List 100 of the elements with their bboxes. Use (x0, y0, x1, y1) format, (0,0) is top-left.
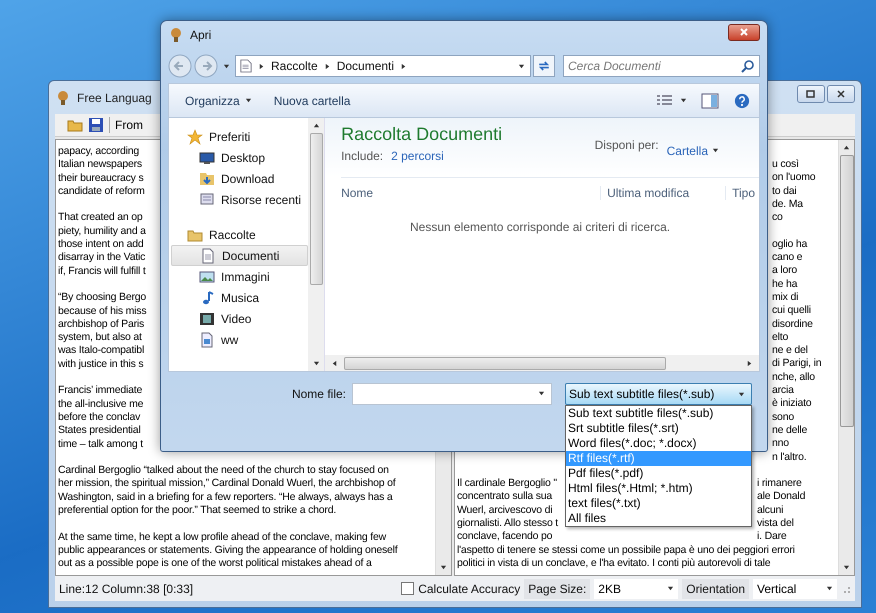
caret-icon[interactable] (680, 97, 687, 104)
text-line: Francis’ immediate (58, 384, 142, 396)
caret-icon (244, 97, 252, 104)
nav-item[interactable]: Download (171, 168, 308, 189)
file-type-option[interactable]: Html files(*.Html; *.htm) (566, 481, 751, 496)
search-field[interactable]: Cerca Documenti (563, 55, 760, 77)
text-line: was Italo-compatibl (58, 344, 144, 356)
file-name-label: Nome file: (292, 386, 346, 403)
file-type-option[interactable]: All files (566, 511, 751, 526)
app-icon (55, 90, 71, 106)
scroll-down-icon[interactable] (843, 564, 850, 571)
organize-button[interactable]: Organizza (177, 90, 260, 110)
text-line: elto (772, 330, 788, 343)
text-line: a loro (772, 264, 798, 276)
restore-button[interactable] (797, 84, 825, 102)
download-folder-icon (199, 170, 215, 186)
file-type-option[interactable]: text files(*.txt) (566, 496, 751, 511)
nav-item[interactable]: Documenti (171, 245, 308, 266)
nav-group-item[interactable]: Preferiti (171, 126, 308, 147)
file-type-option[interactable]: Word files(*.doc; *.docx) (566, 436, 751, 451)
nav-item[interactable]: Desktop (171, 147, 308, 168)
vertical-scrollbar[interactable] (838, 140, 854, 575)
text-line: because of his miss (58, 304, 146, 317)
text-line: public appearances or statements. Giving the appearance of holding oneself (58, 544, 398, 556)
nav-item[interactable]: Musica (171, 287, 308, 308)
text-line: archbishop of Paris (58, 318, 144, 330)
text-line: n l'altro. (772, 450, 806, 463)
text-line: on l'uomo (772, 171, 816, 184)
column-header[interactable]: Ultima modifica (600, 186, 726, 200)
orientation-select[interactable]: Vertical (753, 578, 837, 598)
preview-pane-icon[interactable] (701, 92, 719, 108)
chevron-icon[interactable] (400, 62, 408, 70)
text-line: with justice in this s (58, 358, 144, 370)
file-type-option[interactable]: Pdf files(*.pdf) (566, 466, 751, 481)
document-icon (200, 248, 216, 264)
text-line: l'aspetto di tenere se stessi come un possibile papa è uno dei peggiori errori (457, 544, 795, 556)
text-line: sono (772, 410, 794, 423)
file-name-field[interactable] (352, 383, 552, 405)
calculate-accuracy-label[interactable]: Calculate Accuracy (418, 582, 520, 596)
text-line: Il cardinale Bergoglio " (457, 477, 557, 490)
text-line: ne e del (772, 344, 808, 356)
arrange-dropdown[interactable]: Cartella (666, 138, 719, 163)
text-line: out as a possible pope is one of the worst political mistakes ahead of a (58, 557, 372, 570)
scroll-right-icon[interactable] (746, 360, 753, 366)
locations-link[interactable]: 2 percorsi (391, 149, 444, 163)
text-line: to dai (772, 184, 796, 197)
history-caret-icon[interactable] (223, 62, 230, 70)
nav-group-item[interactable]: Raccolte (171, 224, 308, 245)
text-line: de. Ma (772, 198, 803, 210)
search-icon[interactable] (741, 59, 755, 73)
scroll-down-icon[interactable] (312, 360, 320, 367)
checkbox[interactable] (401, 582, 414, 595)
vertical-scrollbar[interactable] (308, 118, 324, 371)
file-type-option[interactable]: Srt subtitle files(*.srt) (566, 421, 751, 436)
text-line: cui quelli (772, 304, 811, 316)
column-header[interactable]: Nome (341, 186, 600, 200)
text-line: cano e (772, 251, 802, 264)
help-icon[interactable] (733, 92, 751, 108)
from-label[interactable]: From (115, 118, 143, 132)
nav-item[interactable]: Video (171, 308, 308, 329)
file-type-select[interactable]: Sub text subtitle files(*.sub) (565, 383, 752, 405)
breadcrumb-item[interactable]: Documenti (336, 59, 394, 73)
new-folder-button[interactable]: Nuova cartella (266, 90, 358, 110)
text-line: i. Dare (757, 530, 787, 544)
scroll-left-icon[interactable] (331, 360, 338, 366)
chevron-icon[interactable] (258, 62, 265, 70)
column-header[interactable]: Tipo (725, 186, 759, 200)
orientation-label: Orientation (682, 578, 749, 598)
caret-icon (667, 585, 674, 592)
text-line: her mission, the spiritual mission,” Cardinal Donald Wuerl, the archbishop of (58, 477, 396, 490)
text-line: oglio ha (772, 238, 808, 250)
text-line: he ha (772, 278, 798, 290)
save-icon[interactable] (88, 117, 104, 133)
page-size-select[interactable]: 2KB (594, 578, 678, 598)
refresh-icon[interactable] (533, 55, 555, 77)
file-type-option[interactable]: Sub text subtitle files(*.sub) (566, 406, 751, 421)
scroll-down-icon[interactable] (440, 564, 447, 571)
nav-item[interactable]: Risorse recenti (171, 189, 308, 210)
text-line: disarray in the Vatic (58, 251, 146, 264)
chevron-icon[interactable] (324, 62, 331, 70)
address-bar[interactable]: Raccolte Documenti (235, 55, 531, 77)
text-line: concentrato sulla sua (457, 490, 552, 504)
scroll-up-icon[interactable] (312, 122, 320, 129)
horizontal-scrollbar[interactable] (325, 355, 759, 371)
nav-item[interactable]: Immagini (171, 266, 308, 287)
scroll-up-icon[interactable] (843, 144, 850, 151)
breadcrumb-item[interactable]: Raccolte (271, 59, 318, 73)
text-line: nche, allo (772, 370, 815, 383)
caret-icon (712, 147, 719, 154)
caret-icon[interactable] (538, 390, 545, 397)
text-line: è iniziato (772, 397, 812, 410)
nav-item[interactable]: ww (171, 329, 308, 350)
arrange-label: Disponi per: (594, 138, 659, 154)
caret-icon[interactable] (518, 62, 525, 70)
text-line: candidate of reform (58, 184, 145, 197)
close-button[interactable] (728, 24, 760, 40)
page-size-label: Page Size: (524, 578, 590, 598)
caret-icon (738, 390, 745, 398)
text-line: co (772, 211, 783, 224)
close-button[interactable] (827, 84, 855, 102)
